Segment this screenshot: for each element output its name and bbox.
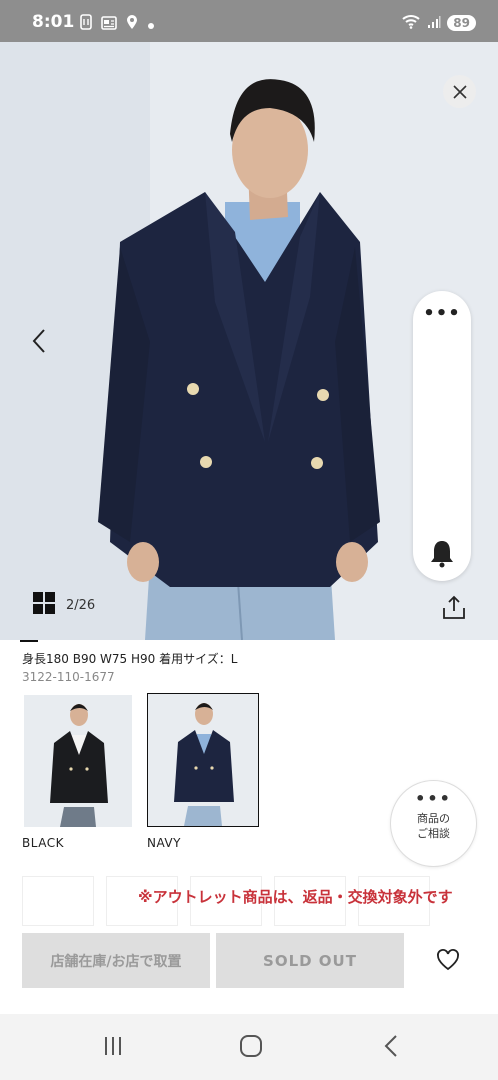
home-button[interactable] bbox=[240, 1035, 262, 1057]
status-bar: 8:01 89 bbox=[0, 0, 498, 42]
location-icon bbox=[126, 14, 138, 34]
system-navigation-bar bbox=[0, 1014, 498, 1080]
consult-label-2: ご相談 bbox=[417, 827, 450, 840]
consult-dots-icon: ••• bbox=[415, 789, 452, 808]
outlet-notice: ※アウトレット商品は、返品・交換対象外です bbox=[138, 888, 453, 906]
notify-button[interactable] bbox=[429, 538, 455, 572]
status-icons bbox=[80, 14, 155, 34]
image-counter: 2/26 bbox=[66, 598, 96, 613]
color-swatch-navy[interactable] bbox=[147, 693, 259, 827]
swatch-photo-navy bbox=[174, 703, 234, 826]
more-dots-icon[interactable]: ••• bbox=[413, 305, 471, 323]
image-indicator bbox=[20, 640, 38, 642]
signal-icon bbox=[427, 14, 441, 33]
status-time: 8:01 bbox=[32, 12, 75, 32]
swatch-photo-black bbox=[50, 704, 108, 827]
chevron-left-icon bbox=[32, 329, 45, 353]
product-consult-button[interactable]: ••• 商品の ご相談 bbox=[390, 780, 477, 867]
news-icon bbox=[101, 15, 117, 34]
floating-side-panel: ••• bbox=[413, 291, 471, 581]
color-label-navy: NAVY bbox=[147, 836, 181, 850]
color-swatch-black[interactable] bbox=[24, 695, 132, 827]
sold-out-button[interactable]: SOLD OUT bbox=[216, 933, 404, 988]
heart-icon bbox=[437, 949, 459, 971]
recents-icon bbox=[105, 1037, 121, 1055]
product-code: 3122-110-1677 bbox=[22, 670, 115, 684]
bell-icon bbox=[431, 541, 453, 568]
close-button[interactable] bbox=[443, 75, 476, 108]
back-button[interactable] bbox=[382, 1034, 400, 1062]
recents-button[interactable] bbox=[103, 1036, 123, 1060]
store-stock-button[interactable]: 店舗在庫/お店で取置 bbox=[22, 933, 210, 988]
dot-icon bbox=[147, 15, 155, 34]
grid-view-icon[interactable] bbox=[33, 592, 55, 614]
close-icon bbox=[452, 84, 467, 99]
battery-badge: 89 bbox=[447, 15, 476, 31]
nfc-icon bbox=[80, 14, 92, 34]
back-icon bbox=[384, 1035, 397, 1057]
wifi-icon bbox=[401, 13, 421, 33]
share-button[interactable] bbox=[441, 594, 467, 624]
product-image-gallery[interactable]: ••• 2/26 bbox=[0, 42, 498, 640]
favorite-button[interactable] bbox=[435, 948, 461, 976]
color-label-black: BLACK bbox=[22, 836, 64, 850]
consult-label-1: 商品の bbox=[417, 812, 450, 825]
model-size-info: 身長180 B90 W75 H90 着用サイズ：L bbox=[22, 652, 238, 666]
share-icon bbox=[443, 595, 465, 619]
previous-image-button[interactable] bbox=[28, 326, 52, 356]
